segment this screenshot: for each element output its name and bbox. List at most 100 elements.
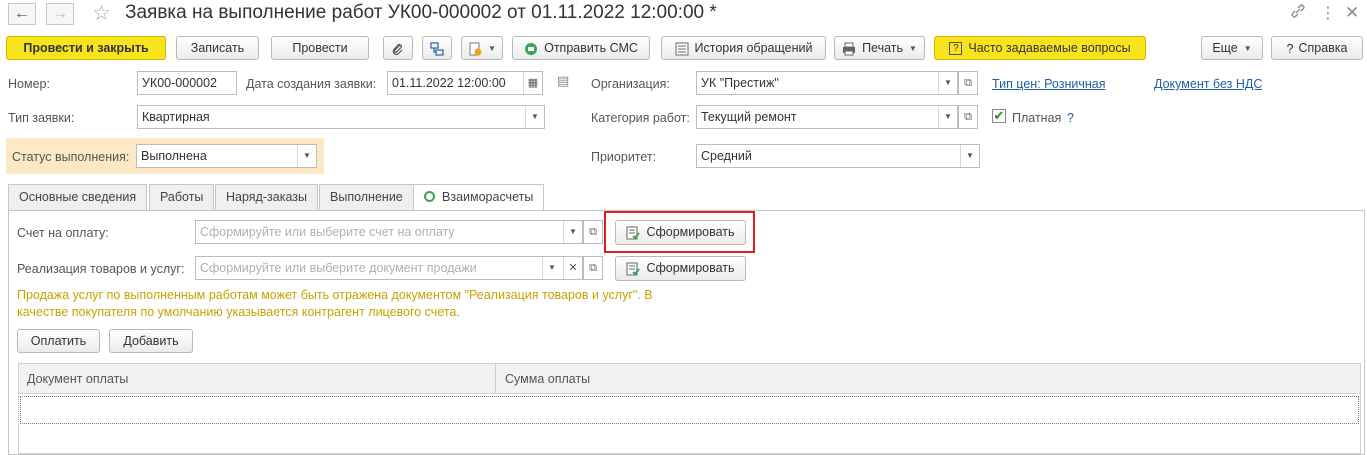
payments-table-body[interactable] <box>18 394 1361 454</box>
tab-execution[interactable]: Выполнение <box>319 184 414 210</box>
printer-icon <box>843 42 856 56</box>
chevron-down-icon[interactable]: ▼ <box>960 145 979 167</box>
window-title: Заявка на выполнение работ УК00-000002 о… <box>125 2 717 23</box>
attach-button[interactable] <box>383 36 413 60</box>
column-header-document[interactable]: Документ оплаты <box>27 372 128 386</box>
help-label: Справка <box>1298 41 1348 55</box>
column-divider <box>495 364 496 393</box>
info-text-line2: качестве покупателя по умолчанию указыва… <box>17 305 460 319</box>
comment-icon[interactable]: ▤ <box>557 73 569 89</box>
chevron-down-icon[interactable]: ▼ <box>542 257 561 279</box>
paid-help-icon[interactable]: ? <box>1067 111 1074 125</box>
payments-table-header: Документ оплаты Сумма оплаты <box>18 363 1361 394</box>
invoice-placeholder: Сформируйте или выберите счет на оплату <box>200 225 455 239</box>
generate-label: Сформировать <box>646 261 735 275</box>
post-and-close-button[interactable]: Провести и закрыть <box>6 36 166 60</box>
pay-label: Оплатить <box>30 334 87 348</box>
send-sms-button[interactable]: Отправить СМС <box>512 36 650 60</box>
help-square-icon: ? <box>949 42 963 56</box>
price-type-link[interactable]: Тип цен: Розничная <box>992 77 1105 91</box>
chevron-down-icon[interactable]: ▼ <box>938 72 957 94</box>
open-work-category-button[interactable]: ⧉ <box>958 105 978 129</box>
chevron-down-icon[interactable]: ▼ <box>938 106 957 128</box>
paid-label: Платная <box>1012 111 1062 125</box>
organization-label: Организация: <box>591 77 670 91</box>
open-sales-button[interactable]: ⧉ <box>583 256 603 280</box>
arrow-right-icon: → <box>52 5 68 22</box>
close-icon[interactable]: ✕ <box>1345 3 1359 23</box>
save-button[interactable]: Записать <box>176 36 259 60</box>
help-button[interactable]: ? Справка <box>1271 36 1363 60</box>
structure-button[interactable] <box>422 36 452 60</box>
post-and-close-label: Провести и закрыть <box>23 41 149 55</box>
open-invoice-button[interactable]: ⧉ <box>583 220 603 244</box>
column-header-amount[interactable]: Сумма оплаты <box>505 372 590 386</box>
paid-checkbox[interactable]: ✔ <box>992 109 1006 123</box>
created-date-field[interactable]: 01.11.2022 12:00:00 ▦ <box>387 71 543 95</box>
faq-button[interactable]: ? Часто задаваемые вопросы <box>934 36 1146 60</box>
back-button[interactable]: ← <box>8 3 36 25</box>
work-category-field[interactable]: Текущий ремонт ▼ <box>696 105 958 129</box>
document-structure-icon <box>430 42 444 56</box>
tab-label: Наряд-заказы <box>226 190 307 204</box>
tab-settlements[interactable]: Взаиморасчеты <box>413 184 545 211</box>
save-label: Записать <box>190 41 245 55</box>
print-label: Печать <box>862 41 904 55</box>
table-row-selected[interactable] <box>20 396 1359 424</box>
info-text-line1: Продажа услуг по выполненным работам мож… <box>17 288 653 302</box>
chevron-down-icon: ▼ <box>1243 43 1252 53</box>
generate-document-icon <box>626 262 641 276</box>
status-field[interactable]: Выполнена ▼ <box>136 144 317 168</box>
vat-document-link[interactable]: Документ без НДС <box>1154 77 1262 91</box>
invoice-field[interactable]: Сформируйте или выберите счет на оплату … <box>195 220 583 244</box>
create-based-on-button[interactable]: ▼ <box>461 36 503 60</box>
post-button[interactable]: Провести <box>271 36 369 60</box>
tab-label: Работы <box>160 190 204 204</box>
sales-field[interactable]: Сформируйте или выберите документ продаж… <box>195 256 583 280</box>
tab-label: Взаиморасчеты <box>442 190 534 204</box>
organization-field[interactable]: УК "Престиж" ▼ <box>696 71 958 95</box>
tab-works[interactable]: Работы <box>149 184 215 210</box>
link-icon[interactable] <box>1290 3 1306 23</box>
question-icon: ? <box>1286 41 1294 56</box>
work-category-value: Текущий ремонт <box>701 110 797 124</box>
tab-label: Выполнение <box>330 190 403 204</box>
work-category-label: Категория работ: <box>591 111 690 125</box>
number-label: Номер: <box>8 77 50 91</box>
number-value: УК00-000002 <box>142 76 217 90</box>
number-field[interactable]: УК00-000002 <box>137 71 237 95</box>
created-date-value: 01.11.2022 12:00:00 <box>392 76 506 90</box>
history-button[interactable]: История обращений <box>661 36 826 60</box>
request-type-field[interactable]: Квартирная ▼ <box>137 105 545 129</box>
priority-field[interactable]: Средний ▼ <box>696 144 980 168</box>
forward-button[interactable]: → <box>46 3 74 25</box>
circle-icon <box>424 191 435 202</box>
post-label: Провести <box>292 41 348 55</box>
favorite-star-icon[interactable]: ☆ <box>92 1 111 26</box>
print-button[interactable]: Печать ▼ <box>834 36 925 60</box>
more-label: Еще <box>1212 41 1238 55</box>
chevron-down-icon[interactable]: ▼ <box>525 106 544 128</box>
priority-value: Средний <box>701 149 752 163</box>
more-button[interactable]: Еще ▼ <box>1201 36 1263 60</box>
add-button[interactable]: Добавить <box>109 329 193 353</box>
request-type-value: Квартирная <box>142 110 210 124</box>
add-label: Добавить <box>123 334 179 348</box>
highlight-frame <box>604 211 755 253</box>
status-label: Статус выполнения: <box>12 150 130 164</box>
tab-main-info[interactable]: Основные сведения <box>8 184 148 210</box>
create-based-on-icon <box>469 42 482 56</box>
chevron-down-icon[interactable]: ▼ <box>297 145 316 167</box>
open-organization-button[interactable]: ⧉ <box>958 71 978 95</box>
tab-work-orders[interactable]: Наряд-заказы <box>215 184 318 210</box>
invoice-label: Счет на оплату: <box>17 226 109 240</box>
clear-icon[interactable]: ✕ <box>563 257 582 279</box>
created-date-label: Дата создания заявки: <box>246 77 377 91</box>
more-options-icon[interactable]: ⋮ <box>1320 3 1336 23</box>
history-label: История обращений <box>694 41 813 55</box>
faq-label: Часто задаваемые вопросы <box>968 41 1131 55</box>
calendar-icon[interactable]: ▦ <box>523 72 542 94</box>
chevron-down-icon[interactable]: ▼ <box>563 221 582 243</box>
pay-button[interactable]: Оплатить <box>17 329 100 353</box>
generate-sales-button[interactable]: Сформировать <box>615 256 746 281</box>
